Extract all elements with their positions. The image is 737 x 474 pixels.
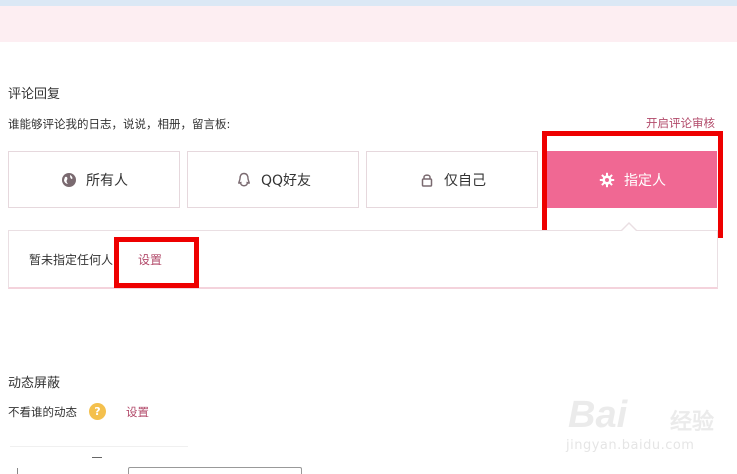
feed-block-title: 动态屏蔽 bbox=[8, 376, 61, 391]
panel-caret-inner bbox=[621, 224, 637, 232]
partial-input-field[interactable] bbox=[128, 467, 302, 474]
watermark-brand-cn: 经验 bbox=[670, 410, 715, 435]
watermark-brand: Bai bbox=[568, 394, 628, 436]
option-qq-friends-label: QQ好友 bbox=[260, 172, 312, 189]
qq-penguin-icon bbox=[235, 171, 253, 189]
option-qq-friends[interactable]: QQ好友 bbox=[187, 151, 359, 208]
no-one-specified-text: 暂未指定任何人 bbox=[29, 253, 114, 267]
watermark-url: jingyan.baidu.com bbox=[566, 438, 695, 453]
option-everyone[interactable]: 所有人 bbox=[8, 151, 180, 208]
feed-block-settings-link[interactable]: 设置 bbox=[126, 404, 149, 420]
feed-block-label: 不看谁的动态 bbox=[8, 405, 77, 419]
option-only-me[interactable]: 仅自己 bbox=[366, 151, 538, 208]
comment-permission-question: 谁能够评论我的日志，说说，相册，留言板: bbox=[8, 117, 231, 131]
baidu-jingyan-watermark: Bai 经验 jingyan.baidu.com bbox=[560, 392, 730, 472]
partial-tick bbox=[17, 468, 18, 474]
help-icon[interactable]: ? bbox=[89, 403, 106, 420]
lock-icon bbox=[418, 171, 436, 189]
enable-comment-moderation-link[interactable]: 开启评论审核 bbox=[646, 115, 715, 131]
header-band bbox=[0, 6, 737, 42]
partial-dash bbox=[92, 457, 102, 458]
option-only-me-label: 仅自己 bbox=[444, 172, 486, 189]
option-everyone-label: 所有人 bbox=[86, 172, 128, 189]
globe-icon bbox=[60, 171, 78, 189]
comment-reply-title: 评论回复 bbox=[8, 87, 61, 102]
annotation-highlight-settings-link bbox=[114, 237, 199, 288]
